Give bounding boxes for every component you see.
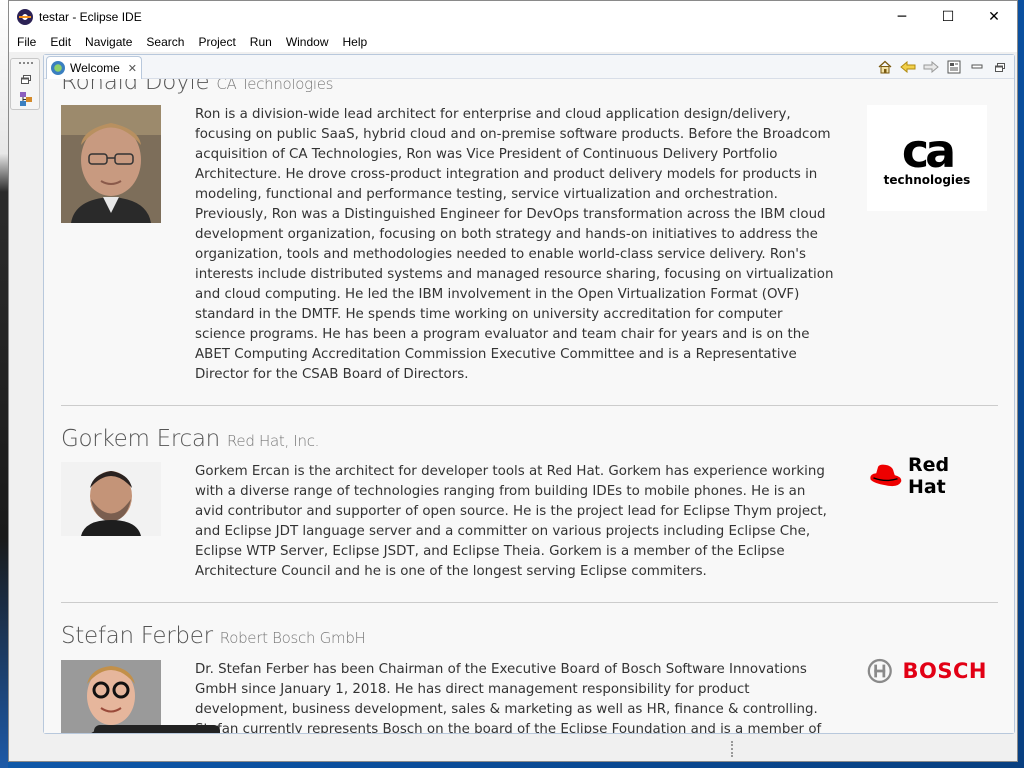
back-arrow-icon[interactable] [900,59,916,75]
view-tab-bar: Welcome ✕ [44,55,1014,79]
trim-grip[interactable] [19,62,33,65]
company-logo: BOSCH [867,653,987,689]
print-icon[interactable] [946,59,962,75]
person-photo [61,660,161,733]
status-bar-grip[interactable] [731,741,734,757]
horizontal-scroll-indicator[interactable] [94,725,220,733]
menu-run[interactable]: Run [244,35,280,49]
welcome-view: Welcome ✕ Ronald Doyle CA Technologies R… [43,54,1015,734]
section-divider [61,405,998,406]
person-bio: Ron is a division-wide lead architect fo… [195,107,834,382]
eclipse-window: testar - Eclipse IDE ─ ☐ ✕ File Edit Nav… [8,0,1018,762]
person-bio: Gorkem Ercan is the architect for develo… [195,464,827,579]
view-toolbar [877,59,1008,75]
desktop-background-strip [0,0,8,768]
minimize-button[interactable]: ─ [879,1,925,32]
company-logo: ca technologies [867,105,987,211]
person-name: Gorkem Ercan [61,426,220,452]
person-heading: Gorkem Ercan Red Hat, Inc. [61,426,998,452]
tab-welcome[interactable]: Welcome ✕ [46,56,142,79]
restore-icon[interactable] [18,71,34,87]
person-company: Red Hat, Inc. [226,432,320,450]
logo-subtext: technologies [883,173,971,187]
menu-project[interactable]: Project [192,35,243,49]
person-heading: Ronald Doyle CA Technologies [61,79,998,95]
left-trim-stack [10,58,40,110]
person-company: Robert Bosch GmbH [219,629,366,647]
workbench-area: Welcome ✕ Ronald Doyle CA Technologies R… [9,52,1017,761]
person-photo [61,105,161,223]
menu-file[interactable]: File [11,35,44,49]
redhat-hat-icon [870,464,902,487]
home-icon[interactable] [877,59,893,75]
menu-help[interactable]: Help [337,35,376,49]
window-title: testar - Eclipse IDE [39,9,142,24]
forward-arrow-icon[interactable] [923,59,939,75]
minimize-view-icon[interactable] [969,59,985,75]
logo-wordmark: ca [901,124,956,178]
person-name: Stefan Ferber [61,623,213,649]
maximize-view-icon[interactable] [992,59,1008,75]
logo-wordmark: Red Hat [907,454,950,498]
person-heading: Stefan Ferber Robert Bosch GmbH [61,623,998,649]
menu-window[interactable]: Window [280,35,337,49]
logo-wordmark: BOSCH [902,659,987,683]
welcome-content: Ronald Doyle CA Technologies Ron is a di… [44,79,1014,733]
close-button[interactable]: ✕ [971,1,1017,32]
welcome-icon [51,61,65,75]
maximize-button[interactable]: ☐ [925,1,971,32]
person-name: Ronald Doyle [61,79,210,95]
menu-edit[interactable]: Edit [44,35,79,49]
title-bar: testar - Eclipse IDE ─ ☐ ✕ [9,1,1017,32]
person-photo [61,462,161,536]
bosch-armature-icon [867,658,892,684]
eclipse-icon [17,8,33,25]
company-logo: Red Hat [867,454,987,498]
window-controls: ─ ☐ ✕ [879,1,1017,32]
section-divider [61,602,998,603]
person-company: CA Technologies [216,79,334,93]
person-card: Ronald Doyle CA Technologies Ron is a di… [61,79,998,389]
tab-welcome-label: Welcome [70,61,120,75]
tab-close-icon[interactable]: ✕ [128,62,137,75]
person-bio: Dr. Stefan Ferber has been Chairman of t… [195,662,822,733]
package-explorer-icon[interactable] [18,91,34,107]
person-card: Gorkem Ercan Red Hat, Inc. Gorkem Ercan … [61,426,998,596]
menu-search[interactable]: Search [140,35,192,49]
menu-navigate[interactable]: Navigate [79,35,140,49]
menu-bar: File Edit Navigate Search Project Run Wi… [9,32,1017,52]
person-card: Stefan Ferber Robert Bosch GmbH Dr. Stef… [61,623,998,733]
